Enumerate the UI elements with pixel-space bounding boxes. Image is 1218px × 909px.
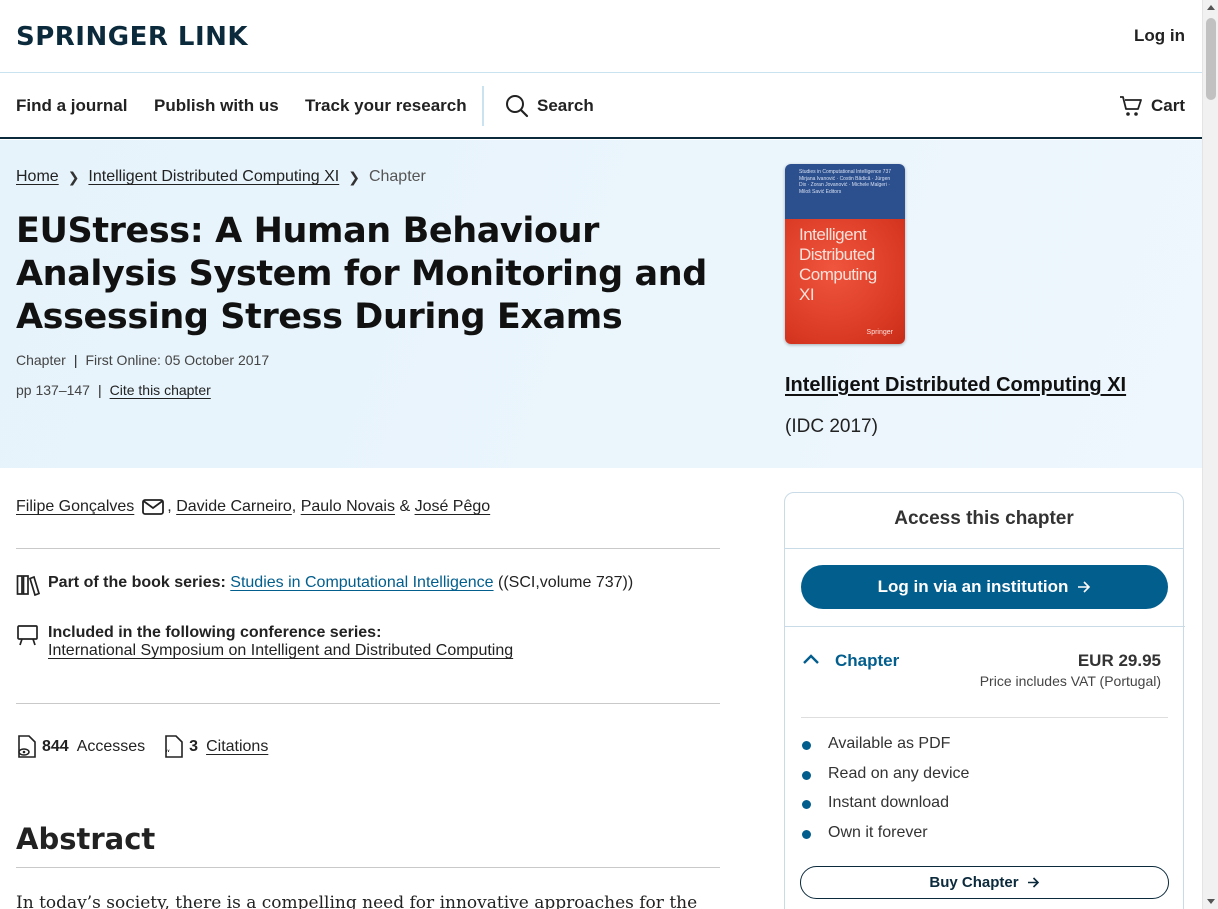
nav-publish[interactable]: Publish with us [154, 96, 279, 116]
accesses-count: 844 [42, 738, 69, 755]
conference-series-info: Included in the following conference ser… [16, 624, 513, 660]
author-link[interactable]: José Pêgo [415, 498, 491, 516]
article-hero: Home ❯ Intelligent Distributed Computing… [0, 140, 1202, 468]
scrollbar-thumb[interactable] [1206, 18, 1216, 100]
springer-link-logo[interactable]: SPRINGER LINK [16, 22, 248, 52]
book-cover-image[interactable]: Studies in Computational Intelligence 73… [785, 164, 905, 344]
books-icon [16, 575, 40, 596]
list-item: Own it forever [801, 824, 969, 854]
buy-chapter-button[interactable]: Buy Chapter [800, 866, 1169, 899]
divider [16, 867, 720, 868]
book-series-info: Part of the book series: Studies in Comp… [16, 574, 633, 596]
buy-chapter-label: Buy Chapter [929, 874, 1019, 891]
citations-count: 3 [189, 738, 199, 755]
breadcrumb-current: Chapter [368, 168, 426, 185]
nav-find-journal[interactable]: Find a journal [16, 96, 127, 116]
breadcrumb-home[interactable]: Home [16, 168, 59, 186]
series-link[interactable]: Studies in Computational Intelligence [230, 574, 493, 591]
article-metrics: 844 Accesses “ 3 Citations [16, 735, 268, 759]
search-icon[interactable] [505, 94, 529, 118]
chapter-option-label: Chapter [835, 651, 900, 670]
page-title: EUStress: A Human Behaviour Analysis Sys… [16, 211, 707, 337]
list-item: Read on any device [801, 765, 969, 795]
content-type: Chapter [16, 352, 66, 368]
cover-title-text: Intelligent Distributed Computing XI [785, 219, 905, 344]
cite-chapter-link[interactable]: Cite this chapter [110, 382, 211, 398]
cover-publisher-text: Springer [866, 329, 893, 336]
scroll-up-arrow-icon[interactable] [1207, 5, 1215, 10]
series-volume: ((SCI,volume 737)) [498, 574, 634, 591]
accesses-icon [18, 735, 36, 758]
chevron-right-icon: ❯ [348, 168, 360, 185]
svg-text:“: “ [165, 749, 170, 759]
search-button[interactable]: Search [537, 96, 594, 116]
author-link[interactable]: Davide Carneiro [176, 498, 292, 516]
book-conference-acronym: (IDC 2017) [785, 416, 878, 437]
abstract-heading: Abstract [16, 822, 156, 856]
citations-icon: “ [165, 735, 183, 759]
login-link[interactable]: Log in [1134, 26, 1185, 46]
author-separator: , [167, 498, 172, 515]
book-title-link[interactable]: Intelligent Distributed Computing XI [785, 374, 1126, 397]
page-range: pp 137–147 [16, 382, 90, 398]
series-label: Part of the book series: [48, 574, 226, 591]
author-separator: , [291, 498, 297, 515]
access-panel: Access this chapter Log in via an instit… [784, 492, 1185, 909]
author-link[interactable]: Filipe Gonçalves [16, 498, 134, 516]
presentation-icon [17, 625, 38, 646]
scroll-down-arrow-icon[interactable] [1207, 899, 1215, 904]
main-nav: Find a journal Publish with us Track you… [0, 74, 1202, 139]
arrow-right-icon [1078, 581, 1091, 593]
abstract-text: In today’s society, there is a compellin… [16, 893, 698, 909]
breadcrumb: Home ❯ Intelligent Distributed Computing… [16, 168, 426, 186]
list-item: Instant download [801, 794, 969, 824]
article-meta: Chapter | First Online: 05 October 2017 [16, 352, 270, 368]
cart-button[interactable]: Cart [1151, 96, 1185, 116]
breadcrumb-book[interactable]: Intelligent Distributed Computing XI [88, 168, 339, 186]
divider [785, 626, 1185, 627]
access-panel-heading: Access this chapter [785, 493, 1183, 549]
author-link[interactable]: Paulo Novais [301, 498, 395, 516]
chevron-up-icon[interactable] [803, 653, 819, 665]
login-institution-button[interactable]: Log in via an institution [801, 565, 1168, 609]
divider [801, 717, 1168, 718]
chapter-price: EUR 29.95 [1077, 651, 1161, 670]
conference-label: Included in the following conference ser… [48, 624, 382, 641]
vertical-scrollbar[interactable] [1202, 0, 1218, 909]
cart-icon[interactable] [1119, 94, 1143, 118]
vat-note: Price includes VAT (Portugal) [979, 673, 1161, 689]
login-institution-label: Log in via an institution [877, 577, 1069, 596]
divider [16, 548, 720, 549]
email-icon[interactable] [142, 499, 165, 515]
author-separator: & [399, 498, 411, 515]
chevron-right-icon: ❯ [67, 168, 80, 185]
list-item: Available as PDF [801, 735, 969, 765]
cover-editors-text: Mirjana Ivanović · Costin Bădică · Jürge… [799, 175, 891, 195]
nav-divider [482, 86, 484, 126]
nav-track-research[interactable]: Track your research [305, 96, 467, 116]
author-list: Filipe Gonçalves , Davide Carneiro, Paul… [16, 498, 490, 516]
top-header: SPRINGER LINK Log in [0, 0, 1202, 73]
benefit-list: Available as PDF Read on any device Inst… [801, 735, 969, 853]
conference-link[interactable]: International Symposium on Intelligent a… [48, 642, 513, 659]
cover-series-text: Studies in Computational Intelligence 73… [799, 169, 892, 175]
citations-link[interactable]: Citations [206, 738, 268, 756]
accesses-label: Accesses [76, 738, 146, 755]
article-pages-meta: pp 137–147 | Cite this chapter [16, 382, 211, 398]
divider [16, 703, 720, 704]
arrow-right-icon [1027, 877, 1039, 888]
first-online-date: First Online: 05 October 2017 [85, 352, 270, 368]
